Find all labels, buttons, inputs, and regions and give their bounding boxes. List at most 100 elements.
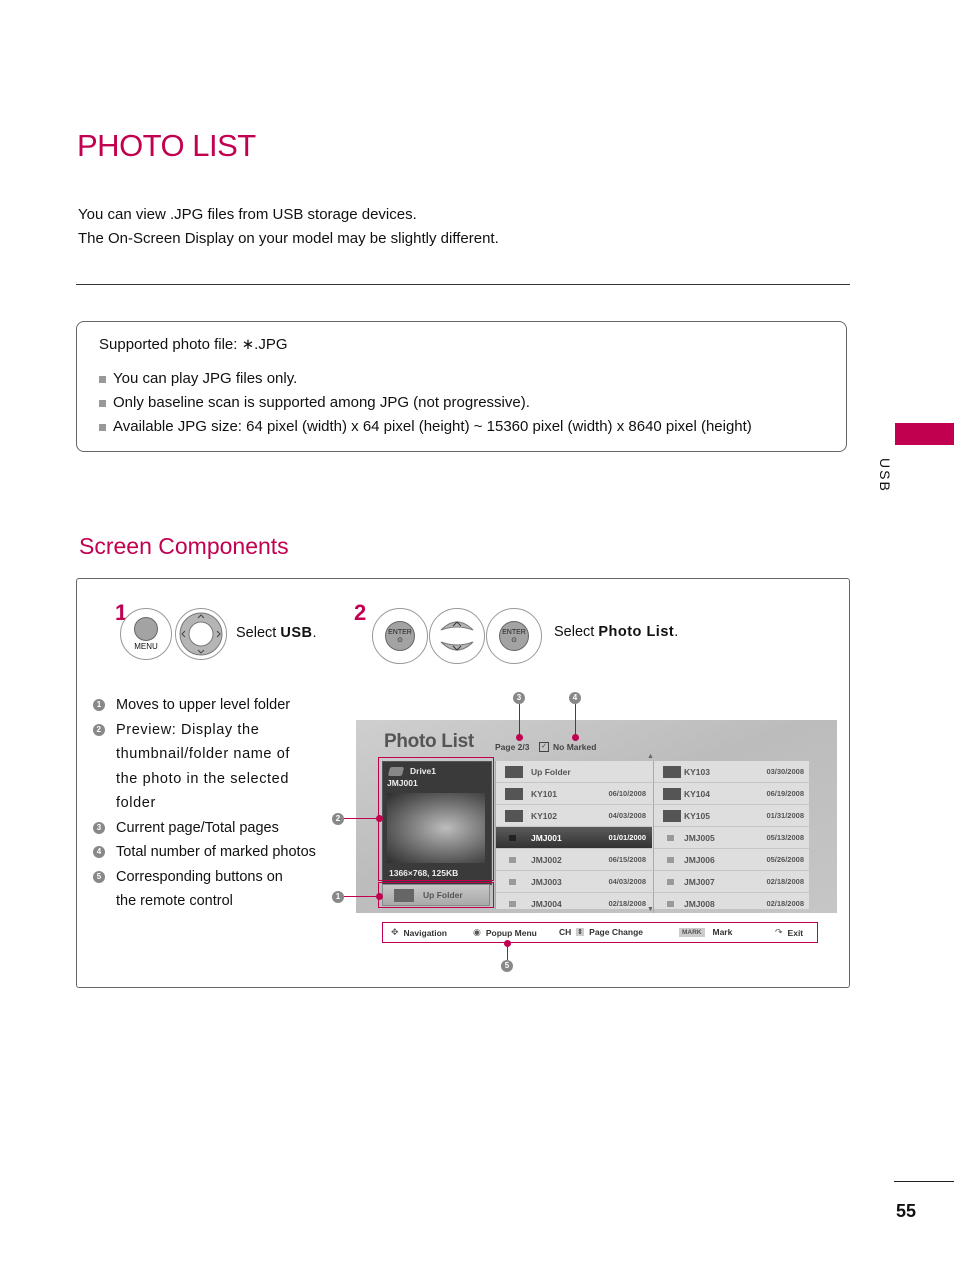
enter-button: ENTER ⊙ <box>372 608 428 664</box>
callout-line <box>344 818 380 819</box>
file-row[interactable]: JMJ004 02/18/2008 <box>496 893 652 913</box>
legend-text: Corresponding buttons on the remote cont… <box>116 868 283 910</box>
spec-item: Available JPG size: 64 pixel (width) x 6… <box>99 415 752 439</box>
navigation-ring-button <box>175 608 227 660</box>
legend-item: 3 Current page/Total pages <box>93 816 333 841</box>
up-down-ring-button <box>429 608 485 664</box>
nav-hint-popup-menu: ◉ Popup Menu <box>473 927 537 938</box>
enter-button-face: ENTER ⊙ <box>385 621 415 651</box>
photo-file-icon <box>509 900 516 907</box>
screen-title: Photo List <box>384 731 474 752</box>
divider <box>76 284 850 285</box>
file-row[interactable]: JMJ007 02/18/2008 <box>654 871 810 893</box>
step-2-instruction: Select Photo List. <box>554 624 679 640</box>
file-list-left-column: Up Folder KY101 06/10/2008 KY102 04/03/200… <box>496 761 652 913</box>
photo-file-icon <box>667 878 674 885</box>
file-row[interactable]: JMJ005 05/13/2008 <box>654 827 810 849</box>
spec-list: You can play JPG files only. Only baseli… <box>99 367 752 439</box>
legend-item: 4 Total number of marked photos <box>93 840 333 865</box>
up-folder-icon <box>505 765 523 778</box>
file-row[interactable]: JMJ006 05/26/2008 <box>654 849 810 871</box>
bullet-icon <box>99 423 106 431</box>
spec-item-text: Only baseline scan is supported among JP… <box>113 394 530 411</box>
folder-icon <box>663 809 681 822</box>
photo-file-icon <box>509 856 516 863</box>
folder-icon <box>663 787 681 800</box>
photo-file-icon <box>509 834 516 841</box>
photo-file-icon <box>667 856 674 863</box>
callout-2: 2 <box>332 813 344 825</box>
legend-item: 2 Preview: Display the thumbnail/folder n… <box>93 718 298 816</box>
callout-dot <box>376 893 383 900</box>
callout-line <box>344 896 380 897</box>
chapter-label: USB <box>877 458 893 493</box>
step-1-instruction: Select USB. <box>236 625 317 641</box>
menu-label: MENU <box>134 642 158 651</box>
navigation-ring-icon <box>179 612 223 656</box>
nav-hint-page-change: CH ⇕ Page Change <box>559 927 644 937</box>
file-row[interactable]: JMJ008 02/18/2008 <box>654 893 810 913</box>
spec-item: Only baseline scan is supported among JP… <box>99 391 752 415</box>
photo-file-icon <box>509 878 516 885</box>
file-row[interactable]: JMJ002 06/15/2008 <box>496 849 652 871</box>
enter-button: ENTER ⊙ <box>486 608 542 664</box>
photo-file-icon <box>667 900 674 907</box>
spec-item: You can play JPG files only. <box>99 367 752 391</box>
callout-dot <box>572 734 579 741</box>
folder-icon <box>663 765 681 778</box>
file-row[interactable]: KY103 03/30/2008 <box>654 761 810 783</box>
enter-button-face: ENTER ⊙ <box>499 621 529 651</box>
legend-text: Total number of marked photos <box>116 844 316 860</box>
page-title: PHOTO LIST <box>77 128 256 163</box>
intro-line: The On-Screen Display on your model may … <box>78 230 499 247</box>
enter-button-icon: ◉ <box>473 927 481 937</box>
intro-line: You can view .JPG files from USB storage… <box>78 206 417 223</box>
callout-3: 3 <box>513 692 525 704</box>
photo-file-icon <box>667 834 674 841</box>
marked-indicator: ✓ No Marked <box>539 742 596 752</box>
spec-title: Supported photo file: ∗.JPG <box>99 336 288 353</box>
legend-text: Moves to upper level folder <box>116 697 291 713</box>
return-icon: ↷ <box>775 927 783 937</box>
section-title: Screen Components <box>79 533 289 559</box>
up-folder-highlight <box>378 882 494 908</box>
file-list: Up Folder KY101 06/10/2008 KY102 04/03/200… <box>495 761 810 913</box>
scroll-up-icon[interactable]: ▲ <box>647 753 654 760</box>
checkbox-icon: ✓ <box>539 742 549 752</box>
intro-text: You can view .JPG files from USB storage… <box>78 203 499 251</box>
callout-dot <box>516 734 523 741</box>
legend-number: 4 <box>93 846 105 858</box>
callout-line <box>575 704 576 737</box>
page-indicator: Page 2/3 <box>495 742 530 752</box>
file-row-selected[interactable]: JMJ001 01/01/2000 <box>496 827 652 849</box>
up-down-arrows-icon <box>440 621 474 651</box>
callout-line <box>507 944 508 960</box>
remote-button-guide: ✥ Navigation ◉ Popup Menu CH ⇕ Page Change M… <box>382 922 818 943</box>
footer-rule <box>894 1181 954 1182</box>
page-number: 55 <box>896 1201 917 1221</box>
mark-key-icon: MARK <box>679 927 705 937</box>
callout-5: 5 <box>501 960 513 972</box>
folder-icon <box>505 809 523 822</box>
file-list-right-column: KY103 03/30/2008 KY104 06/19/2008 KY105 01/… <box>653 761 810 913</box>
file-row[interactable]: JMJ003 04/03/2008 <box>496 871 652 893</box>
file-row[interactable]: KY104 06/19/2008 <box>654 783 810 805</box>
chapter-tab <box>895 423 954 445</box>
nav-hint-navigation: ✥ Navigation <box>391 927 447 938</box>
legend-number: 2 <box>93 723 105 736</box>
file-row[interactable]: KY105 01/31/2008 <box>654 805 810 827</box>
step-number: 2 <box>354 600 367 625</box>
folder-icon <box>505 787 523 800</box>
legend-text: Current page/Total pages <box>116 819 279 836</box>
component-legend: 1 Moves to upper level folder 2 Preview: D… <box>93 693 333 914</box>
file-row[interactable]: KY102 04/03/2008 <box>496 805 652 827</box>
scroll-down-icon[interactable]: ▼ <box>647 906 654 913</box>
file-row[interactable]: Up Folder <box>496 761 652 783</box>
spec-item-text: You can play JPG files only. <box>113 370 298 387</box>
menu-button: MENU <box>120 608 172 660</box>
file-row[interactable]: KY101 06/10/2008 <box>496 783 652 805</box>
ch-updown-icon: ⇕ <box>576 928 585 936</box>
legend-number: 5 <box>93 870 105 883</box>
bullet-icon <box>99 399 106 407</box>
callout-dot <box>376 815 383 822</box>
